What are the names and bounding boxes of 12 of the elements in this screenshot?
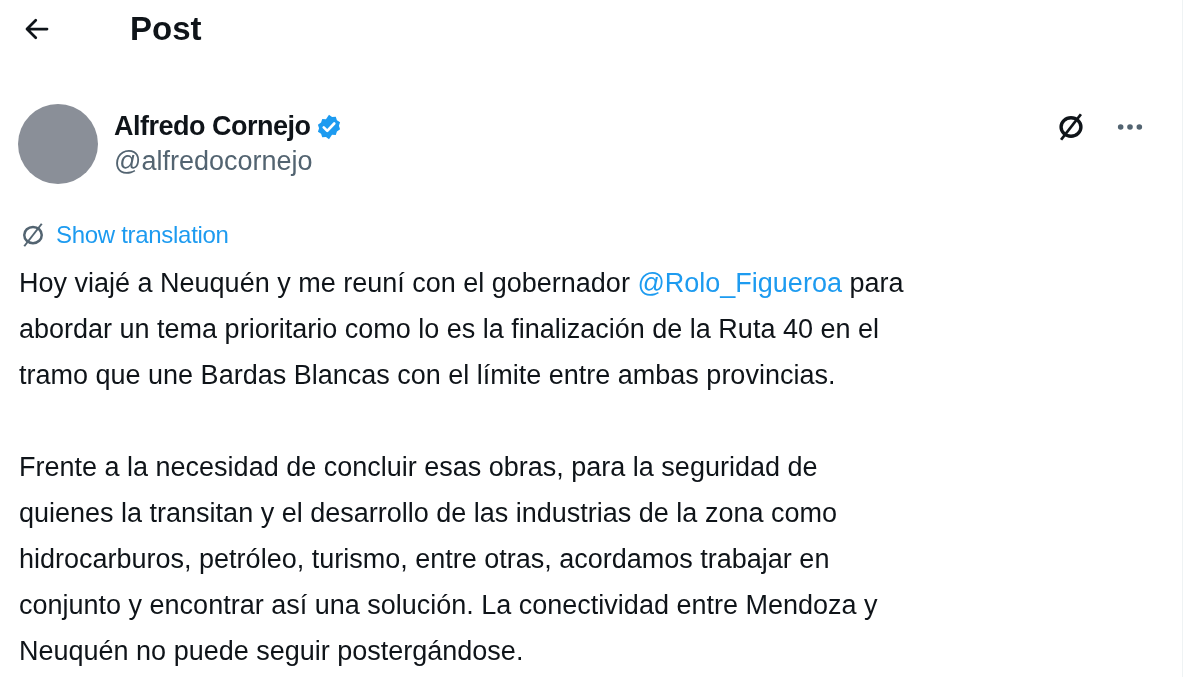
author-handle[interactable]: @alfredocornejo: [114, 146, 1038, 177]
post-text-line: Neuquén no puede seguir postergándose.: [19, 635, 525, 668]
author-name[interactable]: Alfredo Cornejo: [114, 111, 311, 142]
post-text-line: abordar un tema prioritario como lo es la finalización de la Ruta 40 en el: [19, 313, 880, 346]
post-text-line: Hoy viajé a Neuquén y me reuní con el gobernador @Rolo_Figueroa para: [19, 267, 905, 300]
post-text-line: Frente a la necesidad de concluir esas obras, para la seguridad de: [19, 451, 819, 484]
post-text-line: conjunto y encontrar así una solución. La conectividad entre Mendoza y: [19, 589, 879, 622]
more-options-icon[interactable]: [1116, 122, 1144, 132]
post-text-line: tramo que une Bardas Blancas con el límite entre ambas provincias.: [19, 359, 837, 392]
post-text-line: quienes la transitan y el desarrollo de las industrias de la zona como: [19, 497, 838, 530]
post-text-line: hidrocarburos, petróleo, turismo, entre otras, acordamos trabajar en: [19, 543, 831, 576]
page-title: Post: [130, 10, 202, 48]
